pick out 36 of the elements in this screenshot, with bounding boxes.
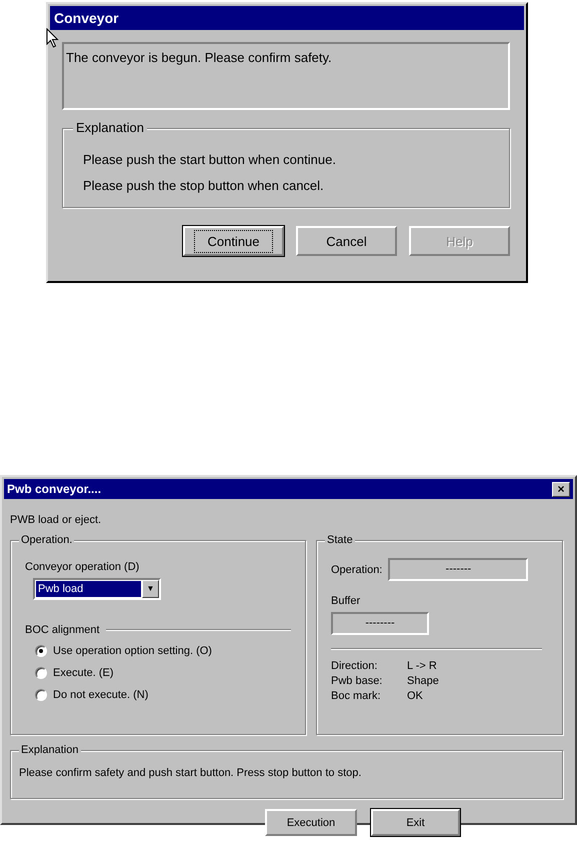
combo-label: Conveyor operation (D) [25, 561, 140, 573]
dropdown[interactable]: Pwb load ▼ [33, 578, 161, 600]
window-title: Pwb conveyor.... [7, 482, 102, 496]
radio-button[interactable] [35, 645, 47, 657]
state-value: L -> R [407, 660, 438, 672]
radio-button[interactable] [35, 689, 47, 701]
group-title: Operation. [19, 534, 74, 546]
section-title: BOC alignment [25, 624, 100, 636]
cursor-icon [46, 28, 59, 48]
radio-label[interactable]: Execute. (E) [53, 667, 114, 679]
group-title: Explanation [73, 120, 147, 135]
status-field: ------- [388, 558, 528, 581]
group-title: State [325, 534, 355, 546]
radio-button[interactable] [35, 667, 47, 679]
state-value: Shape [407, 675, 440, 687]
explanation-text: Please confirm safety and push start button. Press stop button to stop. [19, 767, 362, 779]
group-title: Explanation [19, 744, 80, 756]
radio-label[interactable]: Do not execute. (N) [53, 689, 148, 701]
dialog-button[interactable]: Cancel [296, 226, 397, 256]
field-label: Operation: [331, 564, 382, 576]
state-label: Pwb base: [331, 675, 384, 687]
dialog-button[interactable]: Continue [183, 226, 284, 256]
message-text: The conveyor is begun. Please confirm safety. [62, 42, 510, 110]
dialog-button[interactable]: Exit [371, 809, 460, 836]
state-label: Direction: [331, 660, 378, 672]
close-button[interactable]: × [552, 482, 570, 496]
explanation-text: Please push the start button when continue. [83, 151, 337, 169]
subtitle-text: PWB load or eject. [10, 514, 102, 526]
state-value: OK [407, 690, 424, 702]
status-field: -------- [331, 612, 429, 635]
explanation-text: Please push the stop button when cancel. [83, 177, 325, 195]
field-label: Buffer [331, 595, 362, 607]
window-title: Conveyor [50, 6, 524, 30]
state-label: Boc mark: [331, 690, 382, 702]
radio-label[interactable]: Use operation option setting. (O) [53, 645, 212, 657]
dialog-button[interactable]: Execution [265, 809, 357, 836]
